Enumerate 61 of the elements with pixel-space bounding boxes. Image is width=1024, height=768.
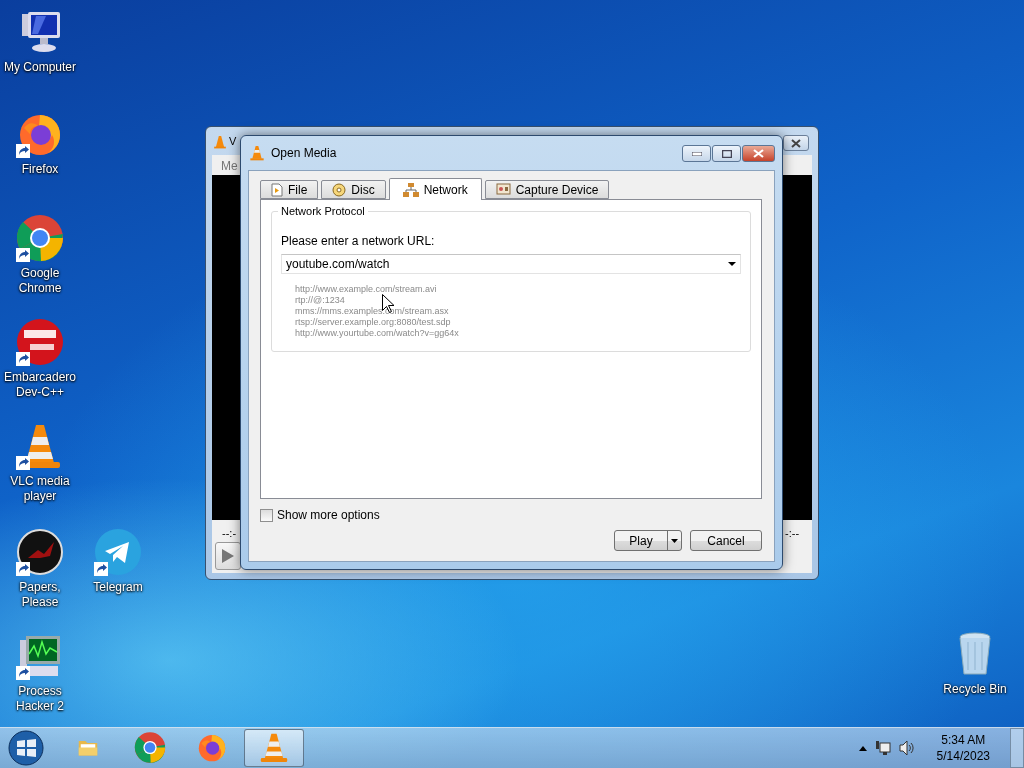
close-button[interactable]	[742, 145, 775, 162]
tray-expand-button[interactable]	[858, 745, 867, 751]
tab[interactable]: Capture Device	[484, 180, 610, 199]
desktop-icon-label[interactable]: Firefox	[21, 162, 59, 177]
network-icon	[874, 740, 891, 756]
desktop-icon-label[interactable]: Embarcadero Dev-C++	[0, 370, 80, 400]
network-tray-button[interactable]	[874, 740, 891, 756]
close-button[interactable]	[783, 135, 809, 151]
disc-icon	[332, 182, 347, 197]
play-icon	[222, 549, 234, 563]
volume-tray-button[interactable]	[898, 740, 915, 756]
dropdown-arrow-icon	[728, 262, 736, 266]
traffic-cone-icon	[213, 134, 227, 150]
desktop-icon-label[interactable]: Papers, Please	[0, 580, 80, 610]
checkbox-label: Show more options	[277, 508, 380, 522]
maximize-button[interactable]	[712, 145, 741, 162]
tab[interactable]: Disc	[321, 180, 386, 199]
maximize-icon	[721, 149, 732, 158]
field-label: Please enter a network URL:	[281, 234, 436, 248]
desktop-icon-label[interactable]: VLC media player	[0, 474, 80, 504]
dev-cpp-icon	[16, 318, 64, 366]
play-button[interactable]: Play	[614, 530, 682, 551]
traffic-cone-icon	[249, 145, 265, 161]
checkbox[interactable]	[260, 508, 273, 522]
start-button[interactable]	[6, 729, 46, 767]
window-title: V	[229, 135, 237, 147]
example-url: mms://mms.examples.com/stream.asx	[295, 306, 449, 317]
example-url: http://www.yourtube.com/watch?v=gg64x	[295, 328, 459, 339]
minimize-button[interactable]	[682, 145, 711, 162]
tab[interactable]: File	[260, 180, 319, 199]
capture-card-icon	[495, 183, 511, 196]
speaker-icon	[898, 740, 915, 756]
caret-icon	[671, 538, 678, 543]
close-icon	[791, 138, 801, 148]
example-url: rtp://@:1234	[295, 295, 345, 306]
traffic-cone-icon	[258, 731, 290, 763]
up-arrow-icon	[858, 745, 867, 751]
desktop-icon-label[interactable]: My Computer	[4, 60, 76, 75]
url-combo-field[interactable]: youtube.com/watch	[281, 254, 741, 274]
window-title: Open Media	[271, 146, 338, 160]
menu-item[interactable]: Me	[221, 159, 238, 173]
close-icon	[753, 149, 764, 158]
example-url: http://www.example.com/stream.avi	[295, 284, 437, 295]
example-url: rtsp://server.example.org:8080/test.sdp	[295, 317, 451, 328]
time-text: 5:34 AM	[941, 732, 986, 748]
chrome-icon	[134, 731, 166, 763]
telegram-icon	[94, 528, 142, 576]
total-time: -:--	[785, 527, 800, 539]
elapsed-time: --:-	[222, 527, 237, 539]
clock[interactable]: 5:34 AM 5/14/2023	[936, 732, 990, 764]
tab[interactable]: Network	[388, 178, 482, 200]
network-icon	[402, 182, 419, 197]
taskbar-button[interactable]	[244, 729, 304, 767]
cancel-button[interactable]: Cancel	[690, 530, 762, 551]
desktop-icon-label[interactable]: Google Chrome	[0, 266, 80, 296]
file-icon	[271, 182, 283, 197]
group-title: Network Protocol	[278, 205, 368, 217]
chrome-icon	[16, 214, 64, 262]
desktop-icon-label[interactable]: Recycle Bin	[943, 682, 1007, 697]
play-button[interactable]	[215, 542, 241, 570]
date-text: 5/14/2023	[936, 748, 990, 764]
